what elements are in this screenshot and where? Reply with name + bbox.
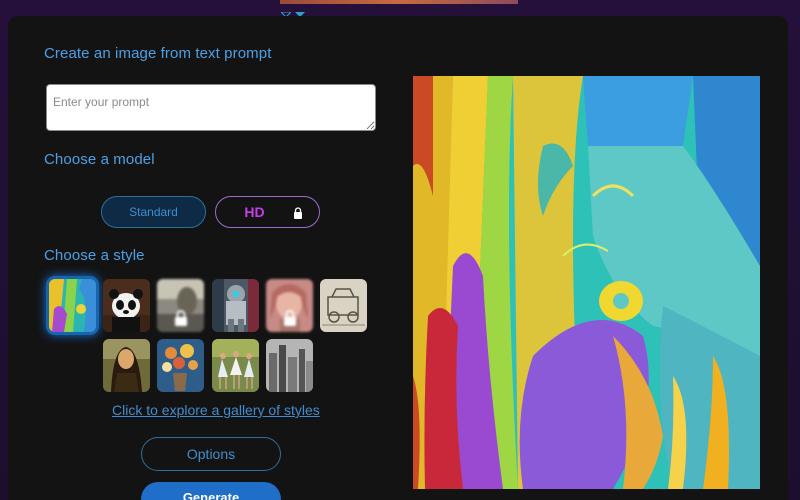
hd-model-button[interactable]: HD bbox=[215, 196, 320, 228]
options-label: Options bbox=[186, 446, 236, 462]
standard-model-button[interactable]: Standard bbox=[101, 196, 206, 228]
lock-icon bbox=[293, 206, 303, 219]
filter-icon[interactable] bbox=[279, 7, 293, 21]
style-heading: Choose a style bbox=[44, 247, 145, 264]
create-heading: Create an image from text prompt bbox=[44, 45, 272, 62]
top-toolbar-icons bbox=[279, 7, 305, 21]
hd-model-label: HD bbox=[244, 204, 265, 220]
style-thumb-abstract[interactable] bbox=[49, 279, 96, 332]
style-thumb-panda[interactable] bbox=[103, 279, 150, 332]
explore-styles-link[interactable]: Click to explore a gallery of styles bbox=[112, 402, 320, 418]
top-banner-strip bbox=[280, 0, 518, 4]
style-thumb-robot[interactable] bbox=[212, 279, 259, 332]
style-thumb-sketch-vehicle[interactable] bbox=[320, 279, 367, 332]
style-thumb-mona-lisa[interactable] bbox=[103, 339, 150, 392]
style-thumb-dancers[interactable] bbox=[212, 339, 259, 392]
model-heading: Choose a model bbox=[44, 151, 155, 168]
generated-image-preview bbox=[413, 76, 760, 489]
options-button[interactable]: Options bbox=[141, 437, 281, 471]
standard-model-label: Standard bbox=[129, 205, 178, 219]
generate-label: Generate bbox=[182, 490, 240, 500]
generate-button[interactable]: Generate bbox=[141, 482, 281, 500]
style-thumb-city-sketch[interactable] bbox=[266, 339, 313, 392]
prompt-input[interactable] bbox=[46, 84, 376, 131]
style-thumb-flower-vase[interactable] bbox=[157, 339, 204, 392]
style-thumb-locked-blur[interactable] bbox=[157, 279, 204, 332]
lock-icon bbox=[283, 309, 297, 326]
filter-active-icon[interactable] bbox=[295, 7, 305, 20]
lock-icon bbox=[174, 309, 188, 326]
style-thumb-portrait-locked[interactable] bbox=[266, 279, 313, 332]
